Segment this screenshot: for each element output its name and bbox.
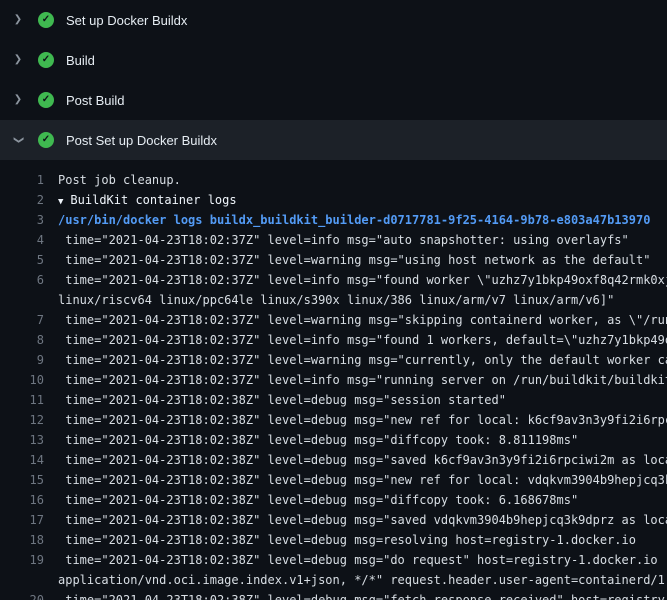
log-area: 1Post job cleanup.2 ▼ BuildKit container l… — [0, 160, 667, 600]
step-label: Set up Docker Buildx — [66, 13, 187, 28]
success-check-icon: ✓ — [38, 12, 54, 28]
step-header-build[interactable]: ❯ ✓ Build — [0, 40, 667, 80]
log-line-text: time="2021-04-23T18:02:37Z" level=info m… — [44, 230, 629, 250]
chevron-right-icon: ❯ — [10, 15, 26, 25]
log-line-number[interactable]: 20 — [0, 590, 44, 600]
chevron-right-icon: ❯ — [10, 95, 26, 105]
triangle-down-icon: ▼ — [58, 197, 63, 207]
success-check-icon: ✓ — [38, 132, 54, 148]
step-label: Post Set up Docker Buildx — [66, 133, 217, 148]
log-line-number[interactable]: 3 — [0, 210, 44, 230]
log-line-number[interactable]: 12 — [0, 410, 44, 430]
log-line-text: time="2021-04-23T18:02:38Z" level=debug … — [44, 490, 578, 510]
log-row: 12 time="2021-04-23T18:02:38Z" level=deb… — [0, 410, 667, 430]
log-line-text: time="2021-04-23T18:02:38Z" level=debug … — [44, 530, 636, 550]
log-line-text: time="2021-04-23T18:02:37Z" level=info m… — [44, 370, 667, 390]
log-row: 14 time="2021-04-23T18:02:38Z" level=deb… — [0, 450, 667, 470]
step-label: Build — [66, 53, 95, 68]
log-line-text: time="2021-04-23T18:02:37Z" level=info m… — [44, 330, 667, 350]
chevron-down-icon: ❯ — [13, 132, 23, 148]
log-row: 18 time="2021-04-23T18:02:38Z" level=deb… — [0, 530, 667, 550]
log-line-text: time="2021-04-23T18:02:37Z" level=warnin… — [44, 350, 667, 370]
log-row: 8 time="2021-04-23T18:02:37Z" level=info… — [0, 330, 667, 350]
log-line-number[interactable]: 19 — [0, 550, 44, 570]
log-line-text: time="2021-04-23T18:02:38Z" level=debug … — [44, 410, 667, 430]
log-row: 5 time="2021-04-23T18:02:37Z" level=warn… — [0, 250, 667, 270]
log-row: 11 time="2021-04-23T18:02:38Z" level=deb… — [0, 390, 667, 410]
log-row: 20 time="2021-04-23T18:02:38Z" level=deb… — [0, 590, 667, 600]
log-group-label: BuildKit container logs — [70, 193, 236, 207]
log-line-number — [0, 290, 44, 310]
log-row: 16 time="2021-04-23T18:02:38Z" level=deb… — [0, 490, 667, 510]
success-check-icon: ✓ — [38, 92, 54, 108]
log-line-text: time="2021-04-23T18:02:38Z" level=debug … — [44, 450, 667, 470]
log-line-text: time="2021-04-23T18:02:37Z" level=info m… — [44, 270, 667, 290]
success-check-icon: ✓ — [38, 52, 54, 68]
log-line-text: time="2021-04-23T18:02:37Z" level=warnin… — [44, 310, 667, 330]
log-line-number[interactable]: 9 — [0, 350, 44, 370]
log-line-number[interactable]: 6 — [0, 270, 44, 290]
log-line-number[interactable]: 5 — [0, 250, 44, 270]
log-line-number[interactable]: 8 — [0, 330, 44, 350]
log-line-text: time="2021-04-23T18:02:38Z" level=debug … — [44, 390, 506, 410]
log-line-text: time="2021-04-23T18:02:38Z" level=debug … — [44, 590, 667, 600]
steps-list: ❯ ✓ Set up Docker Buildx ❯ ✓ Build ❯ ✓ Post Buil… — [0, 0, 667, 160]
log-row: 3/usr/bin/docker logs buildx_buildkit_bu… — [0, 210, 667, 230]
log-line-number[interactable]: 14 — [0, 450, 44, 470]
log-line-text: time="2021-04-23T18:02:38Z" level=debug … — [44, 470, 667, 490]
github-actions-log-viewer: ❯ ✓ Set up Docker Buildx ❯ ✓ Build ❯ ✓ Post Buil… — [0, 0, 667, 600]
log-line-number[interactable]: 16 — [0, 490, 44, 510]
log-row: 17 time="2021-04-23T18:02:38Z" level=deb… — [0, 510, 667, 530]
log-continuation-row: application/vnd.oci.image.index.v1+json,… — [0, 570, 667, 590]
log-line-text: application/vnd.oci.image.index.v1+json,… — [44, 570, 667, 590]
log-line-text: linux/riscv64 linux/ppc64le linux/s390x … — [44, 290, 614, 310]
log-line-text: time="2021-04-23T18:02:37Z" level=warnin… — [44, 250, 650, 270]
log-row: 6 time="2021-04-23T18:02:37Z" level=info… — [0, 270, 667, 290]
log-row: 7 time="2021-04-23T18:02:37Z" level=warn… — [0, 310, 667, 330]
log-line-number[interactable]: 10 — [0, 370, 44, 390]
log-row: 1Post job cleanup. — [0, 170, 667, 190]
log-line-text: time="2021-04-23T18:02:38Z" level=debug … — [44, 430, 578, 450]
log-line-number — [0, 570, 44, 590]
log-line-text: time="2021-04-23T18:02:38Z" level=debug … — [44, 550, 667, 570]
log-row: 13 time="2021-04-23T18:02:38Z" level=deb… — [0, 430, 667, 450]
log-row: 19 time="2021-04-23T18:02:38Z" level=deb… — [0, 550, 667, 570]
log-row: 10 time="2021-04-23T18:02:37Z" level=inf… — [0, 370, 667, 390]
step-header-post-build[interactable]: ❯ ✓ Post Build — [0, 80, 667, 120]
chevron-right-icon: ❯ — [10, 55, 26, 65]
log-continuation-row: linux/riscv64 linux/ppc64le linux/s390x … — [0, 290, 667, 310]
step-header-post-set-up-docker-buildx[interactable]: ❯ ✓ Post Set up Docker Buildx — [0, 120, 667, 160]
log-command-text: /usr/bin/docker logs buildx_buildkit_bui… — [44, 210, 650, 230]
step-label: Post Build — [66, 93, 125, 108]
log-line-number[interactable]: 2 — [0, 190, 44, 210]
log-line-number[interactable]: 4 — [0, 230, 44, 250]
log-line-number[interactable]: 1 — [0, 170, 44, 190]
log-line-text: Post job cleanup. — [44, 170, 181, 190]
log-line-number[interactable]: 15 — [0, 470, 44, 490]
step-header-set-up-docker-buildx[interactable]: ❯ ✓ Set up Docker Buildx — [0, 0, 667, 40]
log-row: 9 time="2021-04-23T18:02:37Z" level=warn… — [0, 350, 667, 370]
log-line-number[interactable]: 13 — [0, 430, 44, 450]
log-group-toggle[interactable]: ▼ BuildKit container logs — [44, 190, 237, 210]
log-row: 4 time="2021-04-23T18:02:37Z" level=info… — [0, 230, 667, 250]
log-row: 2 ▼ BuildKit container logs — [0, 190, 667, 210]
log-line-number[interactable]: 18 — [0, 530, 44, 550]
log-line-number[interactable]: 11 — [0, 390, 44, 410]
log-line-number[interactable]: 17 — [0, 510, 44, 530]
log-row: 15 time="2021-04-23T18:02:38Z" level=deb… — [0, 470, 667, 490]
log-line-number[interactable]: 7 — [0, 310, 44, 330]
log-line-text: time="2021-04-23T18:02:38Z" level=debug … — [44, 510, 667, 530]
